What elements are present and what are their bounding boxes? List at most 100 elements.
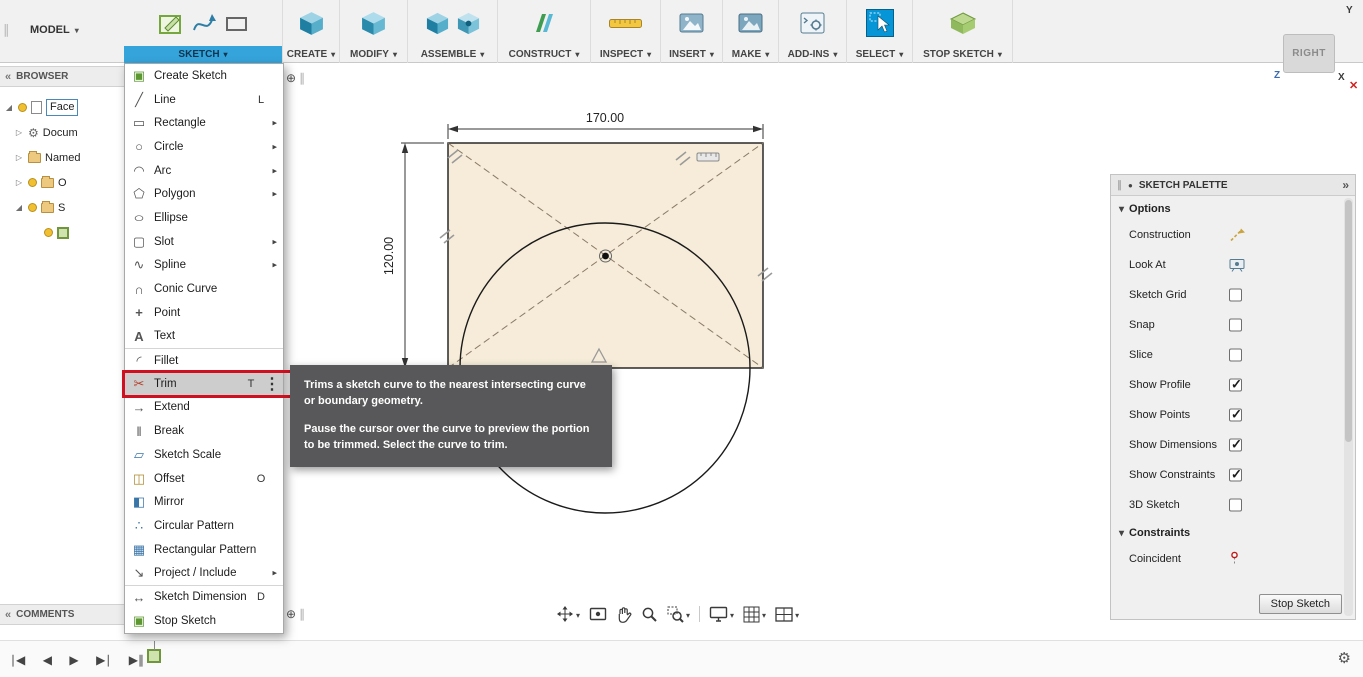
add-panel-icon[interactable] [286, 71, 296, 85]
comments-header[interactable]: COMMENTS [0, 604, 126, 625]
slice-checkbox[interactable] [1229, 348, 1242, 362]
rectangle-tool-icon[interactable] [223, 10, 250, 37]
center-point[interactable] [602, 252, 609, 260]
expander-icon[interactable] [14, 153, 24, 162]
tree-item-named-views[interactable]: Named [0, 145, 126, 170]
pan-orbit-tool[interactable] [556, 605, 580, 623]
display-settings[interactable] [709, 605, 734, 623]
menu-item-circle[interactable]: Circle [125, 135, 283, 159]
dimension-height[interactable]: 120.00 [382, 142, 444, 369]
expander-icon[interactable] [14, 178, 24, 187]
expander-icon[interactable] [14, 128, 24, 137]
menu-item-break[interactable]: Break [125, 419, 283, 443]
modify-box-icon[interactable] [360, 10, 387, 37]
palette-scrollbar[interactable] [1344, 198, 1353, 616]
inspect-ruler-icon[interactable] [608, 10, 644, 36]
tab-sketch[interactable]: SKETCH [124, 46, 282, 63]
zoom-tool[interactable] [641, 606, 658, 623]
menu-item-spline[interactable]: Spline [125, 254, 283, 278]
menu-item-trim[interactable]: Trim T [122, 369, 296, 398]
3d-sketch-checkbox[interactable] [1229, 498, 1242, 512]
tree-item-origin[interactable]: O [0, 170, 126, 195]
select-cursor-icon[interactable] [865, 9, 894, 37]
expander-icon[interactable] [14, 203, 24, 212]
look-at-icon[interactable] [1229, 258, 1246, 273]
construction-icon[interactable] [1229, 228, 1246, 243]
sketch-palette-header[interactable]: SKETCH PALETTE [1111, 175, 1355, 196]
assemble-icon[interactable] [425, 11, 450, 36]
menu-item-circular-pattern[interactable]: Circular Pattern [125, 514, 283, 538]
tab-addins[interactable]: ADD-INS [779, 46, 846, 63]
step-forward-button[interactable] [96, 653, 111, 667]
palette-section-constraints[interactable]: Constraints [1111, 520, 1355, 544]
menu-item-offset[interactable]: OffsetO [125, 467, 283, 491]
tab-inspect[interactable]: INSPECT [591, 46, 660, 63]
timeline-sketch-marker[interactable] [147, 641, 161, 663]
expander-icon[interactable] [4, 103, 14, 112]
tree-item-sketch1[interactable] [0, 220, 126, 245]
dimension-width[interactable]: 170.00 [447, 111, 764, 139]
spline-tool-icon[interactable] [190, 10, 217, 37]
more-options-icon[interactable] [264, 374, 280, 394]
palette-section-options[interactable]: Options [1111, 196, 1355, 220]
pan-hand-tool[interactable] [616, 606, 632, 623]
visibility-bulb-icon[interactable] [28, 203, 37, 212]
grid-snap-settings[interactable] [743, 605, 766, 623]
tab-insert[interactable]: INSERT [661, 46, 722, 63]
joint-icon[interactable] [456, 11, 481, 36]
menu-item-fillet[interactable]: Fillet [125, 348, 283, 372]
document-name-field[interactable]: Face [46, 99, 79, 116]
menu-item-mirror[interactable]: Mirror [125, 490, 283, 514]
coincident-icon[interactable] [1229, 551, 1240, 568]
stop-sketch-icon[interactable] [948, 10, 978, 37]
view-cube[interactable]: Y Z X RIGHT [1270, 0, 1363, 95]
add-comment-icon[interactable] [286, 607, 296, 621]
construct-plane-icon[interactable] [531, 10, 558, 37]
dimension-height-value[interactable]: 120.00 [382, 237, 396, 275]
comments-panel-grip[interactable] [286, 607, 305, 621]
make-icon[interactable] [737, 10, 764, 37]
toolbar-grip[interactable]: ∥ [3, 22, 10, 38]
workspace-selector[interactable]: MODEL [30, 24, 79, 36]
menu-item-project-include[interactable]: Project / Include [125, 561, 283, 585]
add-ins-icon[interactable] [799, 10, 826, 37]
show-points-checkbox[interactable] [1229, 407, 1242, 423]
menu-item-rectangle[interactable]: Rectangle [125, 111, 283, 135]
tree-item-sketches[interactable]: S [0, 195, 126, 220]
menu-item-line[interactable]: LineL [125, 88, 283, 112]
viewports-settings[interactable] [775, 605, 799, 623]
dimension-width-value[interactable]: 170.00 [586, 111, 624, 125]
tree-item-document[interactable]: Face [0, 95, 126, 120]
visibility-bulb-icon[interactable] [28, 178, 37, 187]
menu-item-point[interactable]: Point [125, 301, 283, 325]
menu-item-stop-sketch[interactable]: Stop Sketch [125, 609, 283, 633]
create-box-icon[interactable] [298, 10, 325, 37]
menu-item-conic-curve[interactable]: Conic Curve [125, 277, 283, 301]
tab-select[interactable]: SELECT [847, 46, 912, 63]
timeline-settings-gear-icon[interactable] [1338, 649, 1351, 667]
visibility-bulb-icon[interactable] [44, 228, 53, 237]
show-constraints-checkbox[interactable] [1229, 467, 1242, 483]
menu-item-sketch-dimension[interactable]: Sketch DimensionD [125, 585, 283, 609]
snap-checkbox[interactable] [1229, 318, 1242, 332]
menu-item-extend[interactable]: Extend [125, 396, 283, 420]
tree-item-document-settings[interactable]: Docum [0, 120, 126, 145]
tab-stop-sketch[interactable]: STOP SKETCH [913, 46, 1012, 63]
zoom-window-tool[interactable] [667, 605, 690, 623]
show-dimensions-checkbox[interactable] [1229, 437, 1242, 453]
view-cube-face[interactable]: RIGHT [1283, 34, 1335, 73]
menu-item-ellipse[interactable]: Ellipse [125, 206, 283, 230]
menu-item-slot[interactable]: Slot [125, 230, 283, 254]
play-button[interactable] [69, 653, 78, 667]
insert-image-icon[interactable] [678, 10, 705, 37]
collapse-panel-icon[interactable] [5, 609, 11, 621]
browser-panel-grip[interactable] [286, 71, 305, 85]
menu-item-arc[interactable]: Arc [125, 159, 283, 183]
visibility-bulb-icon[interactable] [18, 103, 27, 112]
go-to-start-button[interactable] [10, 653, 25, 667]
sketch-grid-checkbox[interactable] [1229, 288, 1242, 302]
show-profile-checkbox[interactable] [1229, 377, 1242, 393]
menu-item-sketch-scale[interactable]: Sketch Scale [125, 443, 283, 467]
stop-sketch-button[interactable]: Stop Sketch [1258, 594, 1342, 614]
scrollbar-thumb[interactable] [1345, 200, 1352, 443]
